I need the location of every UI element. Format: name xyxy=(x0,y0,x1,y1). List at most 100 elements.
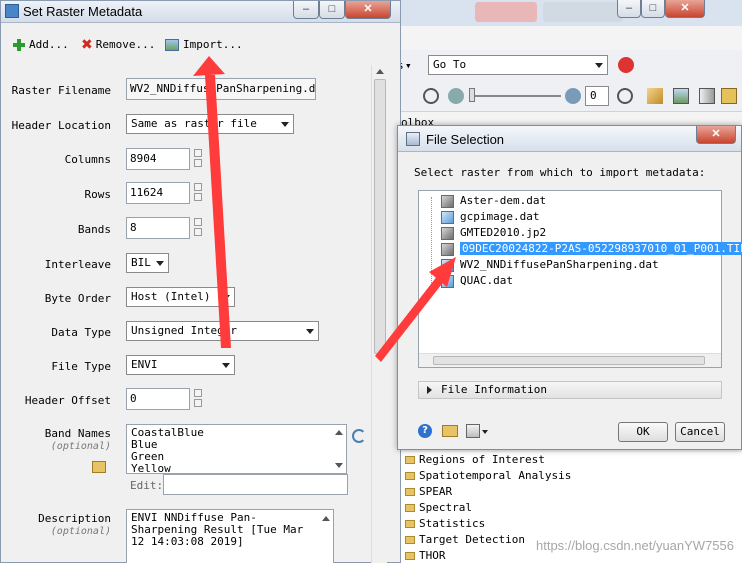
slider-handle[interactable] xyxy=(469,88,475,102)
scroll-up-icon[interactable] xyxy=(335,430,343,435)
help-icon[interactable]: ? xyxy=(418,424,432,438)
tree-item[interactable]: Regions of Interest xyxy=(405,452,545,468)
tree-line xyxy=(431,197,432,285)
rows-label: Rows xyxy=(84,188,112,201)
brightness-icon[interactable] xyxy=(448,88,464,104)
add-button[interactable]: Add... xyxy=(13,36,69,54)
set-raster-metadata-dialog: Set Raster Metadata – □ ✕ Add... ✖ Remove… xyxy=(0,0,401,563)
scroll-down-icon[interactable] xyxy=(335,463,343,468)
header-offset-field[interactable]: 0 xyxy=(126,388,190,410)
ruler-icon[interactable] xyxy=(647,88,663,104)
maximize-icon[interactable]: □ xyxy=(319,1,345,19)
close-icon[interactable]: ✕ xyxy=(665,0,705,18)
band-name-item[interactable]: CoastalBlue xyxy=(131,427,342,439)
byte-order-label: Byte Order xyxy=(44,292,111,305)
folder-icon[interactable] xyxy=(92,461,106,473)
vertical-scrollbar[interactable] xyxy=(371,65,387,563)
list-item-selected[interactable]: 09DEC20024822-P2AS-052298937010_01_P001.… xyxy=(441,241,742,257)
toolbox-tree: Regions of Interest Spatiotemporal Analy… xyxy=(395,452,742,563)
file-type-select[interactable]: ENVI xyxy=(126,355,235,375)
minimize-icon[interactable]: – xyxy=(617,0,641,18)
tree-item[interactable]: Target Detection xyxy=(405,532,525,548)
list-item[interactable]: Aster-dem.dat xyxy=(441,193,546,209)
horizontal-scrollbar[interactable] xyxy=(419,353,721,367)
dialog-title-bar: Set Raster Metadata – □ ✕ xyxy=(1,1,400,23)
description-field[interactable]: ENVI NNDiffuse Pan-Sharpening Result [Tu… xyxy=(126,509,334,563)
contrast-icon[interactable] xyxy=(565,88,581,104)
value-field[interactable]: 0 xyxy=(585,86,609,106)
edit-label: Edit: xyxy=(130,479,164,492)
display-icon[interactable] xyxy=(699,88,715,104)
scroll-thumb[interactable] xyxy=(374,79,386,354)
tree-item[interactable]: THOR xyxy=(405,548,446,563)
image-icon[interactable] xyxy=(673,88,689,104)
description-label: Description xyxy=(38,512,111,525)
record-icon[interactable] xyxy=(618,57,634,73)
list-item[interactable]: GMTED2010.jp2 xyxy=(441,225,546,241)
cancel-button[interactable]: Cancel xyxy=(675,422,725,442)
app-icon xyxy=(406,132,420,146)
bands-label: Bands xyxy=(77,223,111,236)
folder-icon xyxy=(405,472,415,480)
raster-filename-field[interactable]: WV2_NNDiffusePanSharpening.dat xyxy=(126,78,316,100)
bands-field[interactable]: 8 xyxy=(126,217,190,239)
scroll-thumb[interactable] xyxy=(433,356,705,365)
close-icon[interactable]: ✕ xyxy=(696,126,736,144)
tree-item[interactable]: Statistics xyxy=(405,516,485,532)
header-location-select[interactable]: Same as raster file xyxy=(126,114,294,134)
close-icon[interactable]: ✕ xyxy=(345,1,391,19)
rows-stepper[interactable] xyxy=(194,183,202,201)
list-item[interactable]: gcpimage.dat xyxy=(441,209,539,225)
file-type-label: File Type xyxy=(51,360,111,373)
file-information-expander[interactable]: File Information xyxy=(418,381,722,399)
refresh-icon[interactable] xyxy=(617,88,633,104)
interleave-select[interactable]: BIL xyxy=(126,253,169,273)
band-name-edit-field[interactable] xyxy=(163,474,348,495)
delete-icon: ✖ xyxy=(81,37,93,53)
options-icon[interactable] xyxy=(466,424,480,438)
refresh-icon[interactable] xyxy=(423,88,439,104)
tree-item[interactable]: Spectral xyxy=(405,500,472,516)
goto-select[interactable]: Go To xyxy=(428,55,608,75)
folder-icon xyxy=(405,536,415,544)
description-text: ENVI NNDiffuse Pan-Sharpening Result [Tu… xyxy=(131,511,304,548)
ok-button[interactable]: OK xyxy=(618,422,668,442)
columns-stepper[interactable] xyxy=(194,149,202,167)
rows-field[interactable]: 11624 xyxy=(126,182,190,204)
refresh-icon[interactable] xyxy=(352,429,366,443)
raster-file-icon xyxy=(441,194,454,208)
open-folder-icon[interactable] xyxy=(442,425,458,437)
chevron-down-icon xyxy=(595,63,603,68)
bands-stepper[interactable] xyxy=(194,218,202,236)
columns-field[interactable]: 8904 xyxy=(126,148,190,170)
header-location-label: Header Location xyxy=(11,119,111,132)
import-button[interactable]: Import... xyxy=(165,36,243,54)
list-item[interactable]: QUAC.dat xyxy=(441,273,513,289)
raster-file-list[interactable]: Aster-dem.dat gcpimage.dat GMTED2010.jp2… xyxy=(418,190,742,368)
maximize-icon[interactable]: □ xyxy=(641,0,665,18)
folder-icon xyxy=(405,504,415,512)
band-names-list[interactable]: CoastalBlue Blue Green Yellow xyxy=(126,424,347,474)
chevron-down-icon[interactable]: ▾ xyxy=(405,59,412,72)
list-item[interactable]: WV2_NNDiffusePanSharpening.dat xyxy=(441,257,659,273)
data-type-select[interactable]: Unsigned Integer xyxy=(126,321,319,341)
byte-order-select[interactable]: Host (Intel) xyxy=(126,287,235,307)
header-offset-stepper[interactable] xyxy=(194,389,202,407)
scroll-up-icon[interactable] xyxy=(376,69,384,74)
chevron-down-icon[interactable] xyxy=(482,430,488,434)
scroll-up-icon[interactable] xyxy=(322,516,330,521)
remove-button[interactable]: ✖ Remove... xyxy=(81,36,155,54)
interleave-label: Interleave xyxy=(44,258,111,271)
folder-icon xyxy=(405,520,415,528)
file-dialog-prompt: Select raster from which to import metad… xyxy=(414,166,706,179)
raster-filename-label: Raster Filename xyxy=(11,84,111,97)
tree-item[interactable]: Spatiotemporal Analysis xyxy=(405,468,571,484)
file-selection-dialog: File Selection ✕ Select raster from whic… xyxy=(397,125,742,450)
minimize-icon[interactable]: – xyxy=(293,1,319,19)
chevron-down-icon xyxy=(222,295,230,300)
slider-track[interactable] xyxy=(469,95,561,97)
band-name-item[interactable]: Yellow xyxy=(131,463,342,474)
tree-item[interactable]: SPEAR xyxy=(405,484,452,500)
raster-file-icon xyxy=(441,242,454,256)
layers-icon[interactable] xyxy=(721,88,737,104)
